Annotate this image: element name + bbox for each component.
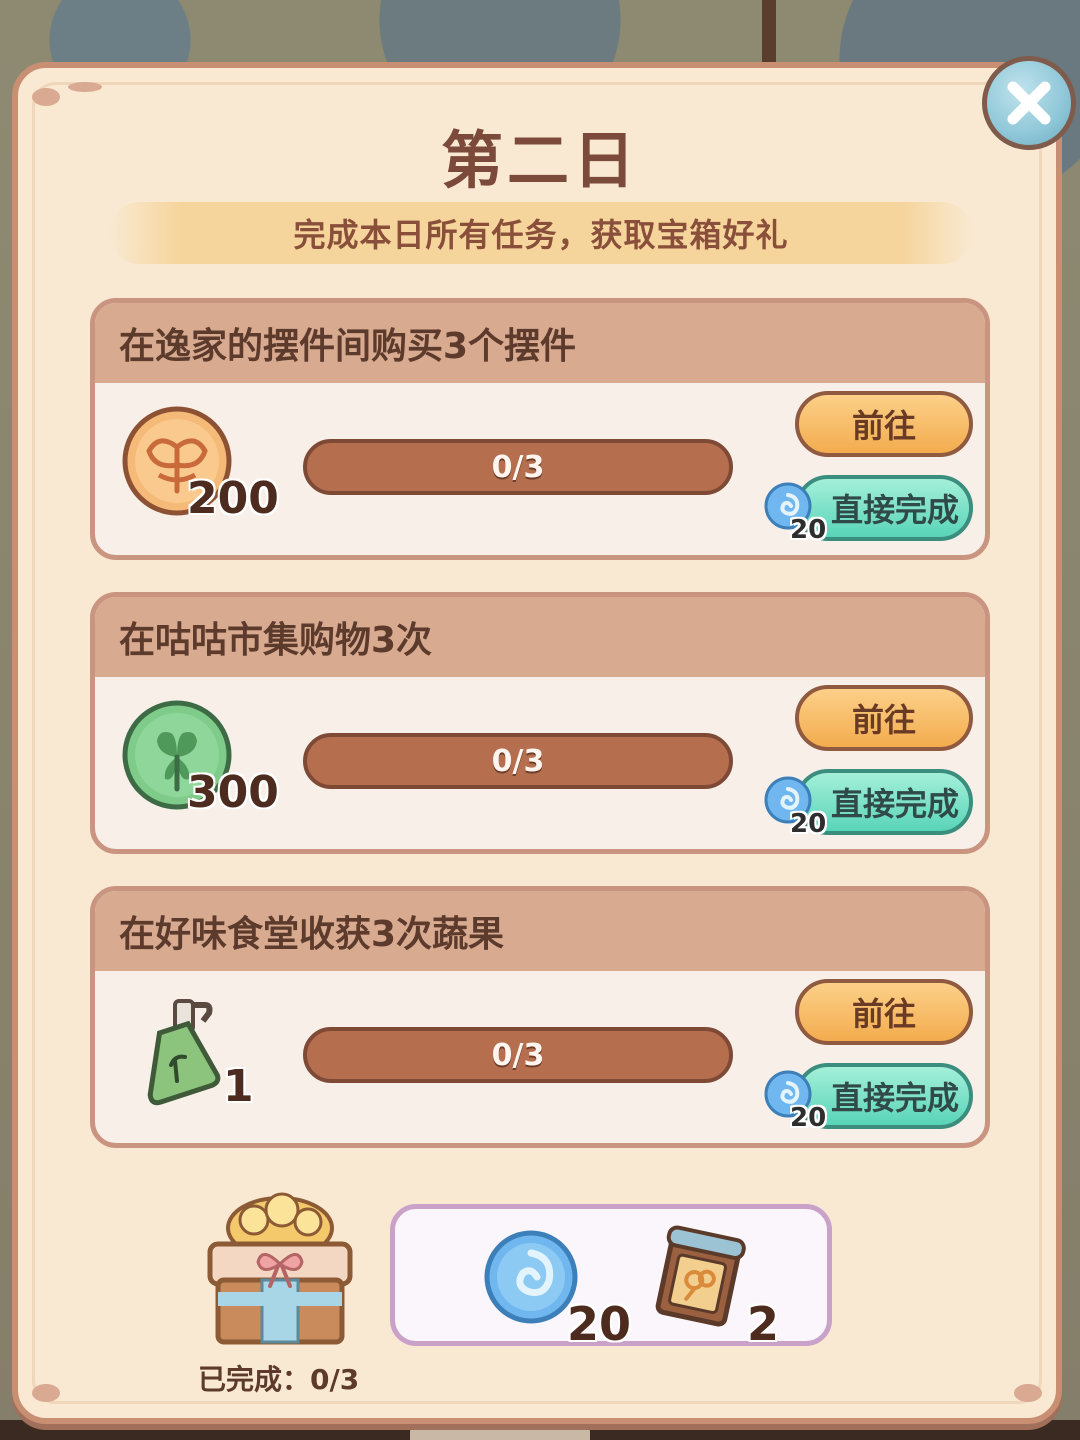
- background-pole: [762, 0, 776, 70]
- background-page-tab: [410, 1424, 590, 1440]
- goto-button[interactable]: 前往: [795, 685, 973, 751]
- progress-bar: 0/3: [303, 733, 733, 789]
- blue-swirl-gem-icon: [484, 1230, 578, 1324]
- progress-bar: 0/3: [303, 1027, 733, 1083]
- task-header: 在咕咕市集购物3次: [95, 597, 985, 677]
- goto-button[interactable]: 前往: [795, 979, 973, 1045]
- task-card-3: 在好味食堂收获3次蔬果 1 0/3 前往 直接完成 20: [90, 886, 990, 1148]
- progress-text: 0/3: [491, 743, 545, 779]
- task-title: 在咕咕市集购物3次: [119, 620, 433, 661]
- recipe-scroll-icon: [655, 1225, 746, 1327]
- subtitle-banner: 完成本日所有任务，获取宝箱好礼: [110, 202, 972, 264]
- instant-complete-label: 直接完成: [830, 1079, 959, 1117]
- instant-complete-cost: 20: [790, 515, 827, 545]
- reward-amount: 200: [187, 473, 279, 524]
- gift-chest-icon[interactable]: [200, 1188, 360, 1348]
- corner-decoration: [68, 82, 102, 92]
- progress-text: 0/3: [491, 1037, 545, 1073]
- instant-complete-cost: 20: [790, 1103, 827, 1133]
- corner-decoration: [1014, 1384, 1042, 1402]
- instant-complete-label: 直接完成: [830, 785, 959, 823]
- reward-amount: 300: [187, 767, 279, 818]
- reward-item-count: 20: [567, 1297, 632, 1351]
- instant-complete-cost: 20: [790, 809, 827, 839]
- task-card-1: 在逸家的摆件间购买3个摆件 200 0/3 前往 直接完成 20: [90, 298, 990, 560]
- instant-complete-label: 直接完成: [830, 491, 959, 529]
- task-header: 在好味食堂收获3次蔬果: [95, 891, 985, 971]
- progress-bar: 0/3: [303, 439, 733, 495]
- chest-progress-label: 已完成：0/3: [198, 1363, 360, 1396]
- page-title: 第二日: [440, 124, 639, 197]
- reward-amount: 1: [223, 1061, 254, 1112]
- task-card-2: 在咕咕市集购物3次 300 0/3 前往 直接完成 20: [90, 592, 990, 854]
- reward-item-count: 2: [747, 1297, 780, 1351]
- progress-text: 0/3: [491, 449, 545, 485]
- fertilizer-bottle-icon: [147, 999, 221, 1106]
- chest-rewards-box: 20 2: [390, 1204, 832, 1351]
- subtitle-text: 完成本日所有任务，获取宝箱好礼: [293, 216, 789, 254]
- corner-decoration: [32, 88, 60, 106]
- task-title: 在好味食堂收获3次蔬果: [119, 914, 505, 955]
- goto-button[interactable]: 前往: [795, 391, 973, 457]
- task-header: 在逸家的摆件间购买3个摆件: [95, 303, 985, 383]
- task-title: 在逸家的摆件间购买3个摆件: [119, 326, 577, 367]
- corner-decoration: [32, 1384, 60, 1402]
